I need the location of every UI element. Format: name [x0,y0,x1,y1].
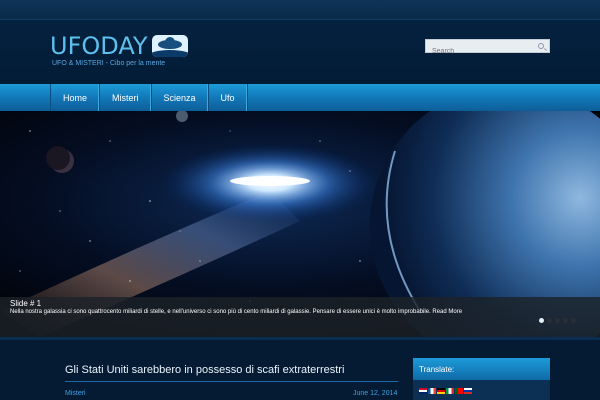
slide-dot[interactable] [571,318,576,323]
nav-item-ufo[interactable]: Ufo [209,84,248,111]
site-header: UFODAY UFO & MISTERI - Cibo per la mente [0,20,600,84]
search-input[interactable] [426,45,549,58]
read-more-link[interactable]: Read More [432,309,462,315]
post-title[interactable]: Gli Stati Uniti sarebbero in possesso di… [65,364,344,376]
italian-flag-icon[interactable] [446,388,454,394]
portuguese-flag-icon[interactable] [455,388,463,394]
post-divider [65,381,398,382]
slide-dot[interactable] [555,318,560,323]
slide-title: Slide # 1 [10,299,42,308]
logo-text: UFODAY [50,32,148,60]
search-box [425,39,550,58]
russian-flag-icon[interactable] [464,388,472,394]
nav-item-scienza[interactable]: Scienza [152,84,209,111]
language-flags [419,388,472,394]
main-nav: Home Misteri Scienza Ufo [0,84,600,111]
post-date: June 12, 2014 [353,390,398,397]
nav-item-home[interactable]: Home [51,84,101,111]
slide-description-text: Nella nostra galassia ci sono quattrocen… [10,309,431,315]
slide-dot[interactable] [547,318,552,323]
post-category[interactable]: Misteri [65,390,86,397]
slider-pagination [539,318,576,323]
nav-item-misteri[interactable]: Misteri [100,84,152,111]
translate-widget-title: Translate: [413,358,550,380]
slide-description: Nella nostra galassia ci sono quattrocen… [10,309,462,315]
site-logo[interactable]: UFODAY [50,33,188,59]
site-tagline: UFO & MISTERI - Cibo per la mente [52,60,166,67]
translate-widget: Translate: [413,358,550,400]
slide-dot[interactable] [563,318,568,323]
english-flag-icon[interactable] [419,388,427,394]
slide-dot[interactable] [539,318,544,323]
german-flag-icon[interactable] [437,388,445,394]
search-icon[interactable] [538,43,544,49]
ufo-logo-icon [151,35,188,57]
french-flag-icon[interactable] [428,388,436,394]
slide-caption: Slide # 1 Nella nostra galassia ci sono … [0,297,600,337]
top-bar [0,0,600,20]
nav-menu: Home Misteri Scienza Ufo [50,84,248,111]
